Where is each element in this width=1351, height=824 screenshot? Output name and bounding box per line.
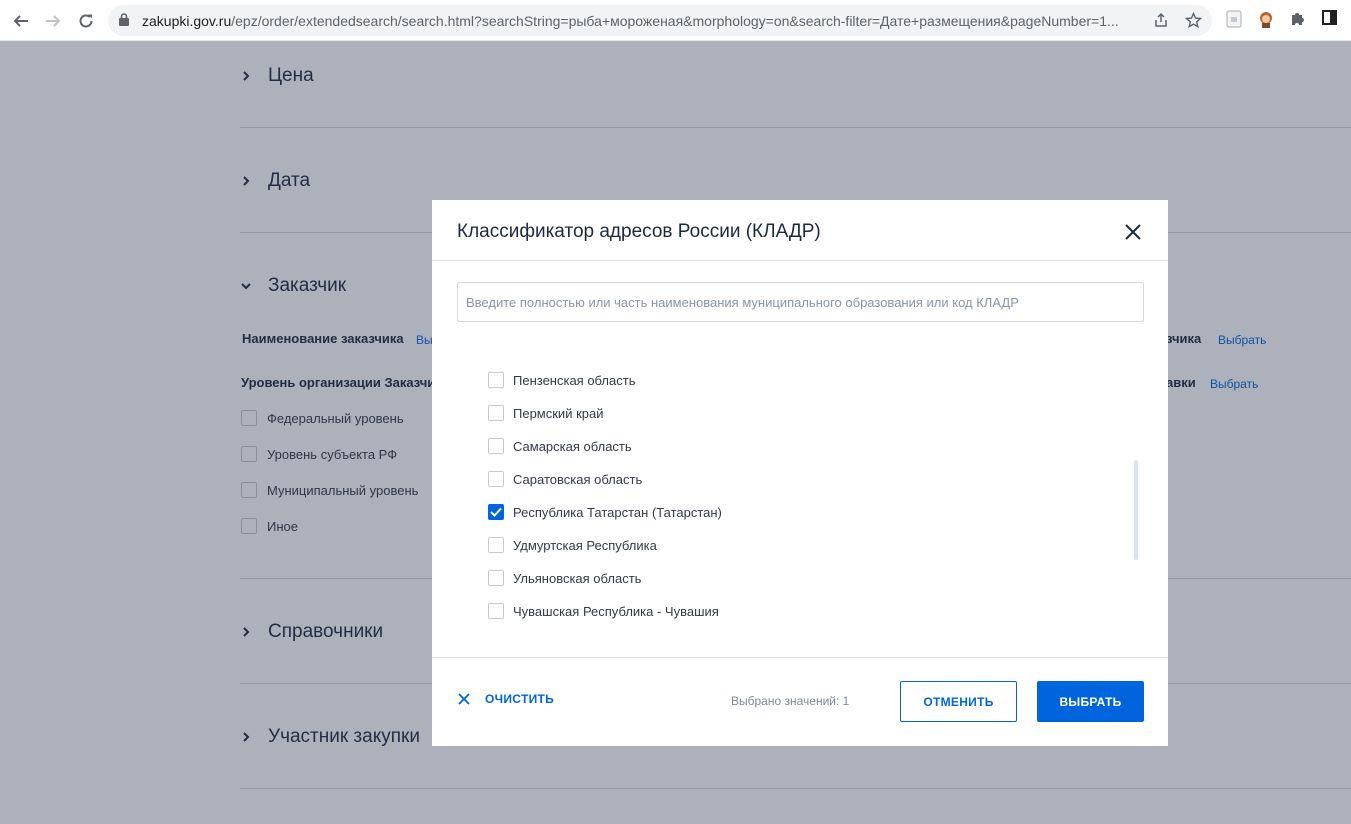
checkbox[interactable] [488, 570, 504, 586]
item-label: Пензенская область [513, 372, 636, 388]
url-path: /epz/order/extendedsearch/search.html?se… [231, 13, 1119, 29]
bookmark-star-icon[interactable] [1184, 11, 1203, 34]
url-domain: zakupki.gov.ru [142, 13, 232, 29]
item-label: Ульяновская область [513, 570, 642, 586]
sidepanel-icon[interactable] [1322, 10, 1337, 30]
item-label: Самарская область [513, 438, 632, 454]
list-item[interactable]: Самарская область [488, 436, 632, 456]
browser-toolbar: zakupki.gov.ru/epz/order/extendedsearch/… [0, 0, 1351, 41]
select-button[interactable]: ВЫБРАТЬ [1037, 681, 1144, 722]
checkbox[interactable] [488, 471, 504, 487]
lock-icon [119, 13, 129, 31]
avatar-extension-icon[interactable] [1257, 10, 1275, 33]
list-item[interactable]: Пермский край [488, 403, 603, 423]
clear-button[interactable]: ОЧИСТИТЬ [457, 692, 554, 706]
item-label: Саратовская область [513, 471, 643, 487]
checkbox[interactable] [488, 405, 504, 421]
item-label: Республика Татарстан (Татарстан) [513, 504, 722, 520]
item-label: Чувашская Республика - Чувашия [513, 603, 719, 619]
forward-arrow-icon[interactable] [40, 8, 66, 34]
cancel-button[interactable]: ОТМЕНИТЬ [900, 681, 1017, 722]
list-item[interactable]: Саратовская область [488, 469, 642, 489]
divider [432, 657, 1168, 658]
share-icon[interactable] [1153, 12, 1169, 33]
checkmark-icon [490, 507, 502, 517]
checkbox[interactable] [488, 372, 504, 388]
clear-label: ОЧИСТИТЬ [485, 692, 555, 706]
url-text: zakupki.gov.ru/epz/order/extendedsearch/… [142, 13, 1142, 29]
list-item[interactable]: Ульяновская область [488, 568, 641, 588]
checkbox[interactable] [488, 438, 504, 454]
list-item[interactable]: Пензенская область [488, 370, 635, 390]
item-label: Удмуртская Республика [513, 537, 657, 553]
extension-icon[interactable] [1226, 10, 1242, 33]
close-icon [458, 693, 470, 705]
kladr-search-input[interactable] [457, 282, 1144, 322]
divider [432, 260, 1168, 261]
checkbox-checked[interactable] [488, 504, 504, 520]
list-item[interactable]: Республика Татарстан (Татарстан) [488, 502, 722, 522]
checkbox[interactable] [488, 603, 504, 619]
reload-icon[interactable] [73, 8, 99, 34]
list-item[interactable]: Удмуртская Республика [488, 535, 657, 555]
item-label: Пермский край [513, 405, 604, 421]
close-icon[interactable] [1123, 222, 1143, 242]
checkbox[interactable] [488, 537, 504, 553]
modal-title: Классификатор адресов России (КЛАДР) [457, 221, 821, 242]
back-arrow-icon[interactable] [8, 8, 34, 34]
selected-count: Выбрано значений: 1 [731, 694, 850, 708]
address-bar[interactable]: zakupki.gov.ru/epz/order/extendedsearch/… [108, 5, 1212, 36]
list-item[interactable]: Чувашская Республика - Чувашия [488, 601, 719, 621]
kladr-modal: Классификатор адресов России (КЛАДР) Пен… [432, 200, 1168, 746]
list-scrollbar[interactable] [1134, 460, 1138, 560]
puzzle-icon[interactable] [1290, 10, 1306, 31]
